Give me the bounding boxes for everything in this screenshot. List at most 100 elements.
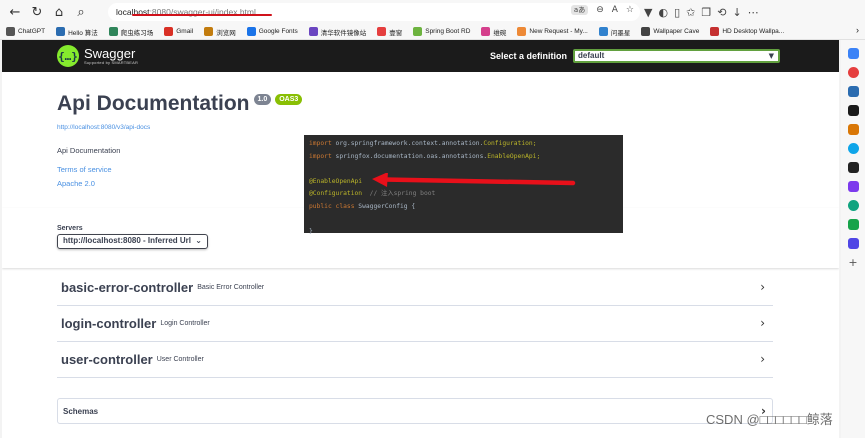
code-closing-brace: } [309,228,313,236]
bookmark-favicon-icon [377,27,387,36]
url-underline-annotation [132,14,272,16]
api-info: Api Documentation 1.0 OAS3 http://localh… [57,92,303,188]
code-annotation-enableopenapi: @EnableOpenApi [309,177,363,185]
bookmark-favicon-icon [164,27,174,36]
collections-icon[interactable]: ❐ [701,6,711,19]
bookmark-item[interactable]: HD Desktop Wallpa... [710,27,784,36]
tag-name: user-controller [61,352,153,367]
swagger-topbar: {…} Swagger Supported by SMARTBEAR Selec… [2,40,839,72]
tag-user-controller[interactable]: user-controller User Controller › [57,342,773,378]
bookmark-item[interactable]: 问墨星 [598,27,630,37]
swagger-logo[interactable]: {…} Swagger Supported by SMARTBEAR [57,45,138,67]
add-sidebar-app-icon[interactable]: + [848,257,857,268]
bookmark-favicon-icon [517,27,527,36]
bookmark-favicon-icon [710,27,720,36]
schemas-label: Schemas [63,406,99,416]
app-icon[interactable] [847,162,859,173]
chevron-down-icon: ⌄ [195,236,202,245]
definition-label: Select a definition [490,51,568,61]
bookmark-label: Gmail [176,28,194,35]
tag-basic-error-controller[interactable]: basic-error-controller Basic Error Contr… [57,270,773,306]
favorite-star-icon[interactable]: ☆ [626,5,634,15]
reader-icon[interactable]: A [612,5,618,15]
tag-list: basic-error-controller Basic Error Contr… [57,270,773,378]
schemas-section[interactable]: Schemas › [57,398,773,424]
bookmark-item[interactable]: Spring Boot RD [413,27,470,36]
code-keyword: public class [309,202,355,210]
chart-app-icon[interactable] [847,86,859,97]
bookmark-label: Hello 算法 [68,29,98,37]
bookmark-item[interactable]: Gmail [164,27,193,36]
code-keyword: import [309,140,332,147]
code-class: EnableOpenApi; [487,152,541,160]
bookmark-item[interactable]: Wallpaper Cave [641,27,699,36]
chevron-down-icon: ▼ [768,52,775,60]
home-icon[interactable]: ⌂ [48,2,70,22]
bookmark-item[interactable]: 浏览网 [204,27,236,37]
app-icon[interactable] [847,219,859,230]
more-menu-icon[interactable]: ⋯ [748,6,759,19]
zoom-icon[interactable]: ⊖ [596,5,604,15]
chevron-right-icon[interactable]: › [760,280,765,294]
bookmarks-more-icon[interactable]: › [856,25,859,35]
code-text: org.springframework.context.annotation. [331,140,484,147]
red-arrow-annotation [372,173,576,187]
bookmark-favicon-icon [246,27,256,36]
bookmark-label: Google Fonts [258,28,298,35]
bookmark-item[interactable]: 爬虫练习场 [108,27,153,37]
search-icon[interactable]: ⌕ [70,2,92,22]
code-class: Configuration; [483,140,537,147]
definition-select[interactable]: default ▼ [573,49,781,63]
app-icon[interactable] [847,143,859,154]
bookmark-item[interactable]: ChatGPT [6,27,45,36]
bookmark-favicon-icon [108,27,118,36]
app-icon[interactable] [847,67,859,78]
bookmark-item[interactable]: Hello 算法 [56,27,98,37]
refresh-icon[interactable]: ↻ [26,2,48,22]
bookmarks-bar: ChatGPT Hello 算法 爬虫练习场 Gmail 浏览网 Google Fonts… [0,24,865,40]
shield-icon[interactable]: ▼ [644,6,652,19]
servers-select[interactable]: http://localhost:8080 - Inferred Url ⌄ [57,234,208,249]
code-text: SwaggerConfig { [354,202,416,210]
csdn-watermark: CSDN @□□□□□□鲸落 [706,412,833,427]
bookmark-item[interactable]: 清华软件镜像站 [308,27,367,37]
app-icon[interactable] [847,124,859,135]
bookmark-label: ChatGPT [18,28,46,35]
chevron-right-icon[interactable]: › [760,352,765,366]
bookmark-label: 清华软件镜像站 [320,29,367,37]
bookmark-item[interactable]: New Request - My... [517,27,588,36]
bookmark-label: HD Desktop Wallpa... [722,28,785,35]
extension-icon[interactable]: ◐ [658,6,668,19]
bookmark-item[interactable]: Google Fonts [246,27,298,36]
split-screen-icon[interactable]: ▯ [674,6,680,19]
bookmark-favicon-icon [481,27,491,36]
tag-description: Basic Error Controller [197,284,265,291]
favorites-icon[interactable]: ✩ [686,6,695,19]
bookmark-item[interactable]: 壹窗 [377,27,402,37]
app-icon[interactable] [847,238,859,249]
address-bar[interactable]: i localhost:8080/swagger-ui/index.html a… [108,3,640,67]
chatgpt-icon[interactable] [847,200,859,211]
tag-login-controller[interactable]: login-controller Login Controller › [57,306,773,342]
terms-of-service-link[interactable]: Terms of service [57,165,302,174]
oas-badge: OAS3 [275,93,303,105]
chevron-right-icon[interactable]: › [760,316,765,330]
search-sidebar-icon[interactable] [847,48,859,59]
history-icon[interactable]: ⟲ [717,6,726,19]
back-icon[interactable]: ← [4,2,26,22]
bookmark-favicon-icon [204,27,214,36]
bookmark-favicon-icon [56,27,66,36]
bookmark-item[interactable]: 维碗 [481,27,506,37]
license-link[interactable]: Apache 2.0 [57,179,302,188]
bookmark-label: Wallpaper Cave [653,28,700,35]
swagger-logo-icon: {…} [57,45,79,67]
app-icon[interactable] [847,181,859,192]
swagger-logo-title: Swagger [84,46,136,61]
swagger-logo-subtitle: Supported by SMARTBEAR [84,60,139,65]
page-title: Api Documentation [57,92,250,115]
app-icon[interactable] [847,105,859,116]
read-aloud-icon[interactable]: aあ [570,5,589,15]
api-docs-link[interactable]: http://localhost:8080/v3/api-docs [57,124,150,131]
download-icon[interactable]: ↓ [732,6,741,19]
browser-sidebar: + [841,40,865,438]
